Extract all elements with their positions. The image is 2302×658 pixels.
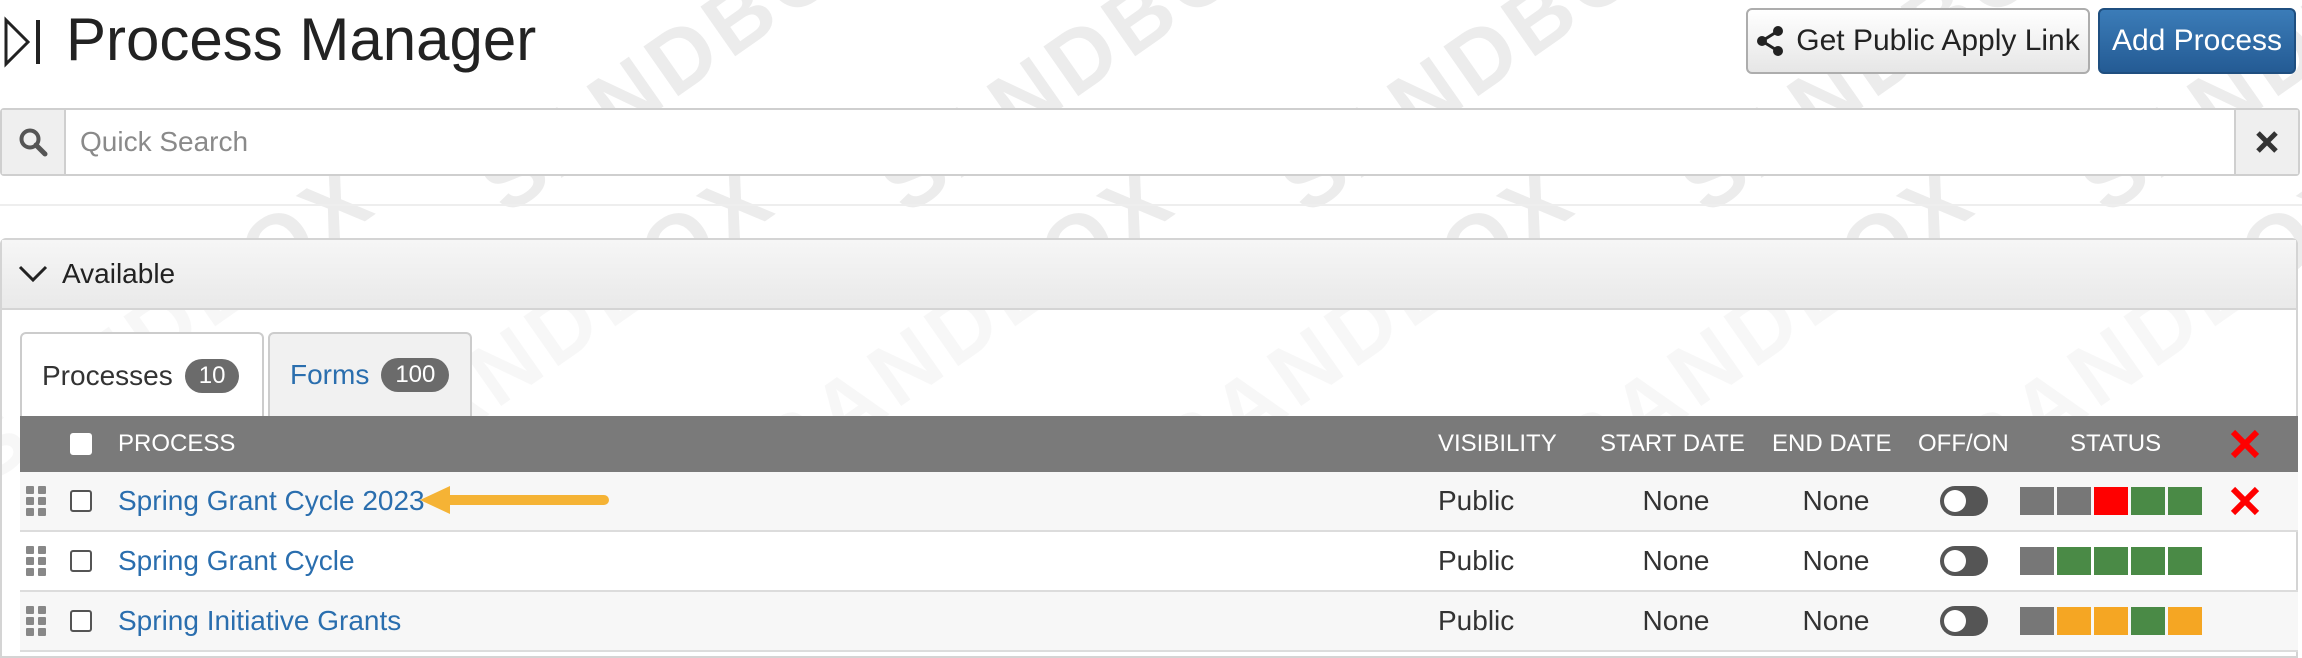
status-segment (2057, 547, 2091, 575)
drag-handle-icon[interactable] (26, 606, 48, 636)
column-off-on[interactable]: OFF/ON (1918, 416, 2009, 472)
status-segment (2131, 547, 2165, 575)
status-segment (2057, 607, 2091, 635)
visibility-value: Public (1438, 605, 1515, 636)
add-button-label: Add Process (2111, 24, 2283, 57)
column-start-date[interactable]: START DATE (1600, 416, 1745, 472)
share-icon (1757, 26, 1784, 56)
page-header: Process Manager Get Public Apply Link Ad… (0, 0, 2302, 100)
column-status[interactable]: STATUS (2070, 416, 2161, 472)
tab-forms[interactable]: Forms 100 (268, 332, 472, 416)
page-title: Process Manager (66, 6, 537, 73)
start-date-value: None (1642, 545, 1710, 576)
status-segment (2131, 607, 2165, 635)
status-segment (2094, 487, 2128, 515)
get-public-apply-link-button[interactable]: Get Public Apply Link (1746, 8, 2090, 74)
status-segment (2020, 607, 2054, 635)
tab-bar: Processes 10 Forms 100 (20, 332, 472, 418)
count-badge: 10 (184, 359, 240, 393)
status-segment (2131, 487, 2165, 515)
annotation-arrow (420, 486, 609, 514)
table-row: Spring Grant Cycle 2023 Public None None (20, 472, 2298, 532)
off-on-toggle[interactable] (1940, 606, 1988, 636)
table-row: Spring Initiative Grants Public None Non… (20, 592, 2298, 652)
search-input[interactable] (66, 110, 2234, 174)
status-segment (2057, 487, 2091, 515)
off-on-toggle[interactable] (1940, 546, 1988, 576)
process-name-link[interactable]: Spring Grant Cycle 2023 (118, 472, 425, 530)
status-bar (2020, 547, 2202, 575)
status-segment (2168, 607, 2202, 635)
end-date-value: None (1802, 605, 1870, 636)
available-panel-header[interactable]: Available (2, 240, 2296, 310)
start-date-value: None (1642, 485, 1710, 516)
quick-search-bar (0, 108, 2300, 176)
status-segment (2094, 607, 2128, 635)
select-all-checkbox[interactable] (70, 433, 92, 455)
row-checkbox[interactable] (70, 550, 92, 572)
column-process[interactable]: PROCESS (118, 416, 235, 472)
search-addon (2, 110, 66, 174)
panel-toggle-icon[interactable] (2, 16, 48, 68)
column-visibility[interactable]: VISIBILITY (1438, 416, 1557, 472)
row-checkbox[interactable] (70, 490, 92, 512)
share-button-label: Get Public Apply Link (1796, 24, 2080, 57)
visibility-value: Public (1438, 545, 1515, 576)
delete-selected-x-icon[interactable] (2230, 429, 2260, 459)
tab-processes[interactable]: Processes 10 (20, 332, 264, 418)
clear-icon (2256, 131, 2278, 153)
status-segment (2168, 547, 2202, 575)
process-name-link[interactable]: Spring Initiative Grants (118, 592, 401, 650)
available-panel: Available Processes 10 Forms 100 PROCESS… (0, 238, 2298, 658)
column-end-date[interactable]: END DATE (1772, 416, 1892, 472)
add-process-button[interactable]: Add Process (2098, 8, 2296, 74)
table-row: Spring Grant Cycle Public None None (20, 532, 2298, 592)
status-bar (2020, 607, 2202, 635)
status-segment (2168, 487, 2202, 515)
chevron-down-icon (18, 265, 48, 283)
drag-handle-icon[interactable] (26, 546, 48, 576)
drag-handle-icon[interactable] (26, 486, 48, 516)
status-bar (2020, 487, 2202, 515)
search-icon (19, 128, 48, 157)
table-header: PROCESS VISIBILITY START DATE END DATE O… (20, 416, 2298, 472)
process-table: PROCESS VISIBILITY START DATE END DATE O… (20, 416, 2298, 652)
status-segment (2020, 487, 2054, 515)
search-clear-button[interactable] (2234, 110, 2298, 174)
count-badge: 100 (381, 358, 450, 392)
end-date-value: None (1802, 545, 1870, 576)
row-checkbox[interactable] (70, 610, 92, 632)
tab-label: Processes (42, 360, 173, 391)
process-name-link[interactable]: Spring Grant Cycle (118, 532, 355, 590)
start-date-value: None (1642, 605, 1710, 636)
end-date-value: None (1802, 485, 1870, 516)
panel-title: Available (62, 258, 176, 289)
divider (0, 204, 2302, 206)
status-segment (2020, 547, 2054, 575)
visibility-value: Public (1438, 485, 1515, 516)
delete-x-icon[interactable] (2230, 486, 2260, 516)
off-on-toggle[interactable] (1940, 486, 1988, 516)
tab-label: Forms (290, 359, 370, 390)
status-segment (2094, 547, 2128, 575)
